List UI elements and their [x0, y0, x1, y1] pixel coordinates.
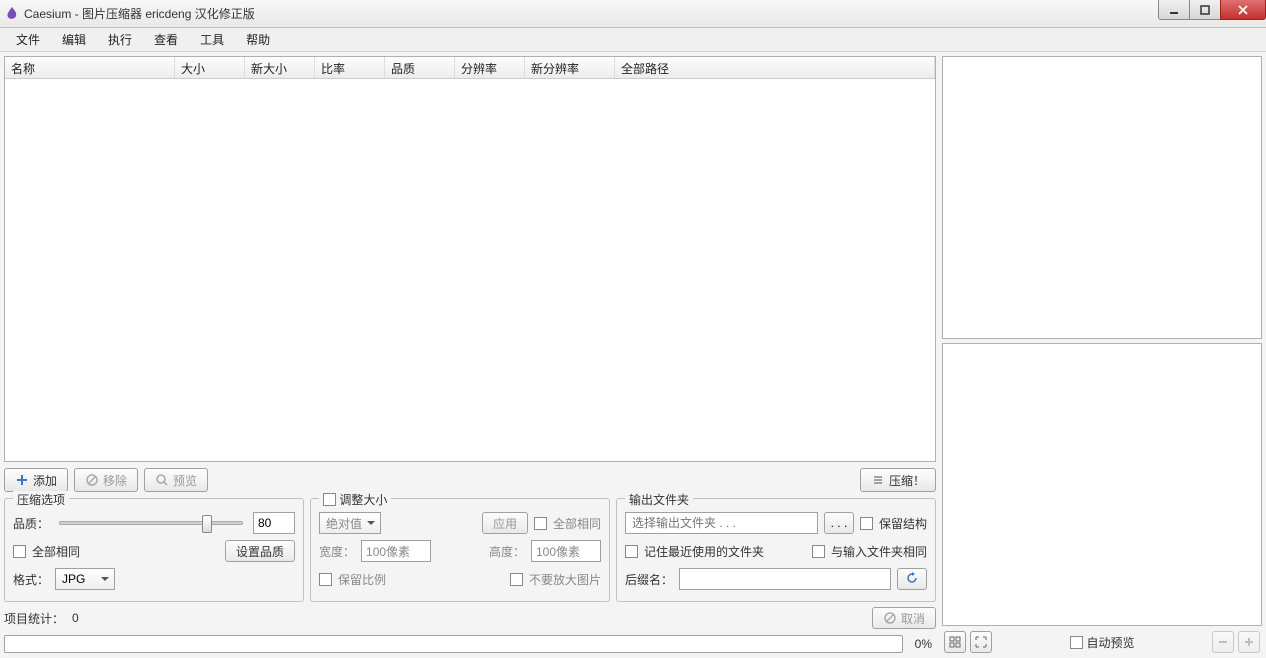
col-size[interactable]: 大小 [175, 57, 245, 78]
menu-file[interactable]: 文件 [6, 29, 50, 50]
magnifier-icon [155, 473, 169, 487]
format-label: 格式： [13, 571, 49, 588]
forbidden-icon [85, 473, 99, 487]
preview-original [942, 56, 1262, 339]
menu-help[interactable]: 帮助 [236, 29, 280, 50]
menu-bar: 文件 编辑 执行 查看 工具 帮助 [0, 28, 1266, 52]
preview-button[interactable]: 预览 [144, 468, 208, 492]
no-enlarge-label: 不要放大图片 [529, 571, 601, 588]
minimize-button[interactable] [1158, 0, 1190, 20]
preview-compressed [942, 343, 1262, 626]
menu-edit[interactable]: 编辑 [52, 29, 96, 50]
quality-slider[interactable] [59, 521, 243, 525]
height-label: 高度： [489, 543, 525, 560]
resize-enable-checkbox[interactable] [323, 493, 336, 506]
keep-structure-label: 保留结构 [879, 515, 927, 532]
progress-bar [4, 635, 903, 653]
close-button[interactable] [1220, 0, 1266, 20]
width-label: 宽度： [319, 543, 355, 560]
remove-button[interactable]: 移除 [74, 468, 138, 492]
height-spinner[interactable] [531, 540, 601, 562]
plus-icon [15, 473, 29, 487]
remember-label: 记住最近使用的文件夹 [644, 543, 764, 560]
remove-label: 移除 [103, 472, 127, 489]
keep-structure-checkbox[interactable] [860, 517, 873, 530]
client-area: 名称 大小 新大小 比率 品质 分辨率 新分辨率 全部路径 添加 移除 [0, 52, 1266, 658]
fit-button[interactable] [944, 631, 966, 653]
col-newsize[interactable]: 新大小 [245, 57, 315, 78]
window-controls [1159, 0, 1266, 22]
col-quality[interactable]: 品质 [385, 57, 455, 78]
no-enlarge-checkbox[interactable] [510, 573, 523, 586]
zoom-out-button[interactable] [1212, 631, 1234, 653]
keep-ratio-checkbox[interactable] [319, 573, 332, 586]
suffix-input[interactable] [679, 568, 891, 590]
preview-toolbar: 自动预览 [942, 630, 1262, 654]
col-res[interactable]: 分辨率 [455, 57, 525, 78]
col-ratio[interactable]: 比率 [315, 57, 385, 78]
browse-button[interactable]: . . . [824, 512, 854, 534]
title-bar: Caesium - 图片压缩器 ericdeng 汉化修正版 [0, 0, 1266, 28]
quality-spinner[interactable] [253, 512, 295, 534]
width-spinner[interactable] [361, 540, 431, 562]
suffix-reset-button[interactable] [897, 568, 927, 590]
menu-view[interactable]: 查看 [144, 29, 188, 50]
zoom-in-button[interactable] [1238, 631, 1260, 653]
suffix-label: 后缀名： [625, 571, 673, 588]
output-folder-input[interactable] [625, 512, 818, 534]
menu-action[interactable]: 执行 [98, 29, 142, 50]
left-column: 名称 大小 新大小 比率 品质 分辨率 新分辨率 全部路径 添加 移除 [4, 56, 936, 654]
output-legend: 输出文件夹 [625, 491, 693, 508]
resize-same-checkbox[interactable] [534, 517, 547, 530]
compress-button[interactable]: 压缩！ [860, 468, 936, 492]
status-bar: 项目统计： 0 取消 [4, 606, 936, 630]
forbidden-icon [883, 611, 897, 625]
window-title: Caesium - 图片压缩器 ericdeng 汉化修正版 [24, 5, 255, 22]
col-path[interactable]: 全部路径 [615, 57, 935, 78]
resize-legend-label: 调整大小 [339, 493, 387, 507]
resize-same-label: 全部相同 [553, 515, 601, 532]
compress-icon [871, 473, 885, 487]
compress-label: 压缩！ [889, 472, 925, 489]
col-newres[interactable]: 新分辨率 [525, 57, 615, 78]
same-as-input-label: 与输入文件夹相同 [831, 543, 927, 560]
compress-group: 压缩选项 品质： 全部相同 设置品质 格式： JPG [4, 498, 304, 602]
add-button[interactable]: 添加 [4, 468, 68, 492]
actual-size-button[interactable] [970, 631, 992, 653]
quality-label: 品质： [13, 515, 49, 532]
status-count: 0 [72, 611, 79, 625]
menu-tools[interactable]: 工具 [190, 29, 234, 50]
cancel-button[interactable]: 取消 [872, 607, 936, 629]
format-select[interactable]: JPG [55, 568, 115, 590]
keep-ratio-label: 保留比例 [338, 571, 386, 588]
status-label: 项目统计： [4, 610, 64, 627]
output-group: 输出文件夹 . . . 保留结构 记住最近使用的文件夹 与输入文件夹相同 后缀名… [616, 498, 936, 602]
remember-checkbox[interactable] [625, 545, 638, 558]
maximize-button[interactable] [1189, 0, 1221, 20]
same-quality-label: 全部相同 [32, 543, 80, 560]
compress-legend: 压缩选项 [13, 491, 69, 508]
right-column: 自动预览 [942, 56, 1262, 654]
col-name[interactable]: 名称 [5, 57, 175, 78]
table-header: 名称 大小 新大小 比率 品质 分辨率 新分辨率 全部路径 [5, 57, 935, 79]
same-quality-checkbox[interactable] [13, 545, 26, 558]
option-groups: 压缩选项 品质： 全部相同 设置品质 格式： JPG [4, 498, 936, 602]
resize-apply-button[interactable]: 应用 [482, 512, 528, 534]
auto-preview-checkbox[interactable] [1070, 636, 1083, 649]
table-body[interactable] [5, 79, 935, 461]
resize-legend: 调整大小 [319, 491, 391, 508]
same-as-input-checkbox[interactable] [812, 545, 825, 558]
main-toolbar: 添加 移除 预览 压缩！ [4, 466, 936, 494]
resize-mode-select[interactable]: 绝对值 [319, 512, 381, 534]
file-table: 名称 大小 新大小 比率 品质 分辨率 新分辨率 全部路径 [4, 56, 936, 462]
add-label: 添加 [33, 472, 57, 489]
progress-percent: 0% [911, 637, 936, 651]
app-icon [4, 6, 20, 22]
progress-row: 0% [4, 634, 936, 654]
reset-icon [906, 572, 918, 587]
set-quality-button[interactable]: 设置品质 [225, 540, 295, 562]
preview-label: 预览 [173, 472, 197, 489]
auto-preview-label: 自动预览 [1087, 634, 1135, 651]
resize-group: 调整大小 绝对值 应用 全部相同 宽度： 高度： [310, 498, 610, 602]
